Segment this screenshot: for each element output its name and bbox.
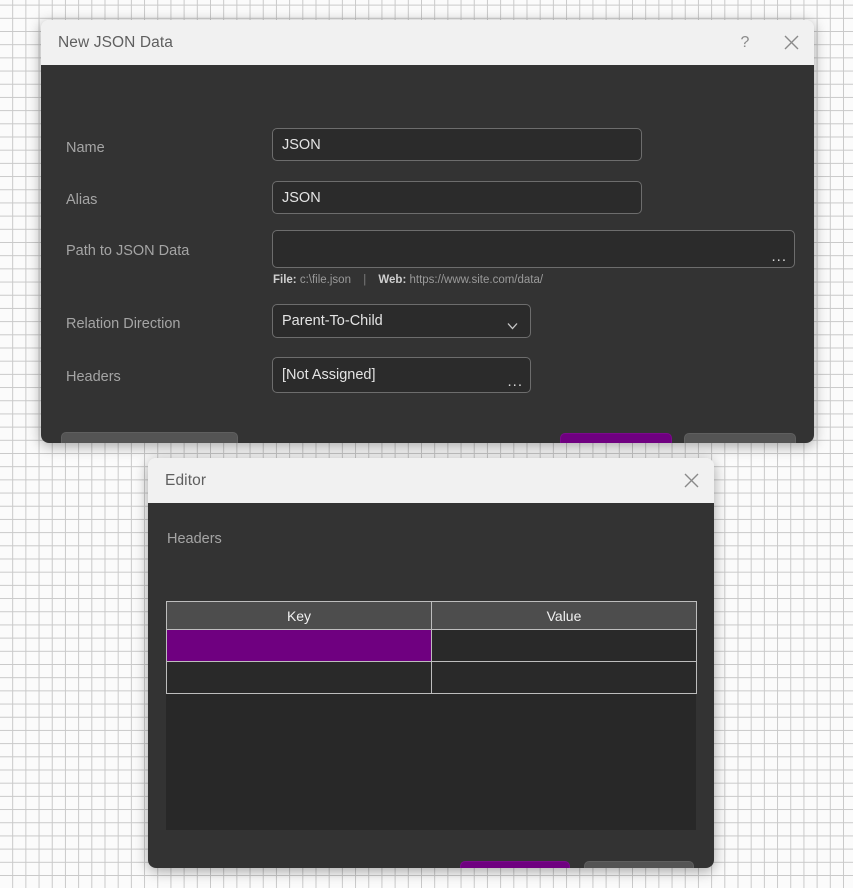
column-header-key[interactable]: Key	[166, 601, 432, 630]
ok-button[interactable]: OK	[460, 861, 570, 868]
path-hint-separator: |	[363, 274, 367, 286]
relation-direction-label: Relation Direction	[66, 316, 181, 332]
json-dialog-body: Name JSON Alias JSON Path to JSON Data .…	[41, 65, 814, 443]
path-label: Path to JSON Data	[66, 243, 190, 259]
editor-dialog: Editor Headers Key Value	[148, 458, 714, 868]
editor-dialog-window-controls	[668, 458, 714, 503]
editor-dialog-titlebar[interactable]: Editor	[148, 458, 714, 503]
move-to-resource-button[interactable]: Move to Resource	[61, 432, 238, 443]
new-json-data-dialog: New JSON Data ? Name JSON Alias JSON Pat…	[41, 20, 814, 443]
cell-key[interactable]	[166, 661, 432, 694]
table-header-row: Key Value	[166, 601, 697, 630]
path-hint: File: c:\file.json | Web: https://www.si…	[273, 274, 543, 286]
ok-button[interactable]: OK	[560, 433, 672, 443]
path-browse-button[interactable]: ...	[771, 249, 787, 264]
cell-key[interactable]	[166, 629, 432, 662]
cancel-button[interactable]: Cancel	[584, 861, 694, 868]
headers-value: [Not Assigned]	[282, 367, 376, 383]
path-hint-file-value: c:\file.json	[299, 274, 351, 286]
help-icon[interactable]: ?	[722, 20, 768, 65]
headers-label: Headers	[66, 369, 121, 385]
table-row[interactable]	[166, 661, 697, 694]
json-dialog-titlebar[interactable]: New JSON Data ?	[41, 20, 814, 65]
alias-input[interactable]: JSON	[272, 181, 642, 214]
cell-value[interactable]	[431, 661, 697, 694]
cancel-button[interactable]: Cancel	[684, 433, 796, 443]
editor-dialog-body: Headers Key Value	[148, 503, 714, 868]
close-icon[interactable]	[768, 20, 814, 65]
headers-input[interactable]: [Not Assigned] ...	[272, 357, 531, 393]
headers-grid-panel[interactable]: Key Value	[166, 601, 697, 830]
path-input[interactable]: ...	[272, 230, 795, 268]
alias-label: Alias	[66, 192, 98, 208]
close-icon[interactable]	[668, 458, 714, 503]
headers-table: Key Value	[166, 601, 697, 694]
chevron-down-icon[interactable]	[507, 318, 518, 330]
json-dialog-title: New JSON Data	[58, 33, 173, 51]
cell-value[interactable]	[431, 629, 697, 662]
table-row[interactable]	[166, 629, 697, 662]
headers-section-label: Headers	[167, 531, 222, 547]
name-label: Name	[66, 140, 105, 156]
path-hint-file-key: File:	[273, 274, 297, 286]
path-hint-web-key: Web:	[378, 274, 407, 286]
column-header-value[interactable]: Value	[431, 601, 697, 630]
relation-direction-select[interactable]: Parent-To-Child	[272, 304, 531, 338]
headers-browse-button[interactable]: ...	[507, 374, 523, 389]
editor-dialog-title: Editor	[165, 471, 207, 489]
relation-direction-value: Parent-To-Child	[282, 313, 383, 329]
json-dialog-window-controls: ?	[722, 20, 814, 65]
name-input[interactable]: JSON	[272, 128, 642, 161]
design-canvas[interactable]: New JSON Data ? Name JSON Alias JSON Pat…	[0, 0, 853, 888]
path-hint-web-value: https://www.site.com/data/	[409, 274, 544, 286]
